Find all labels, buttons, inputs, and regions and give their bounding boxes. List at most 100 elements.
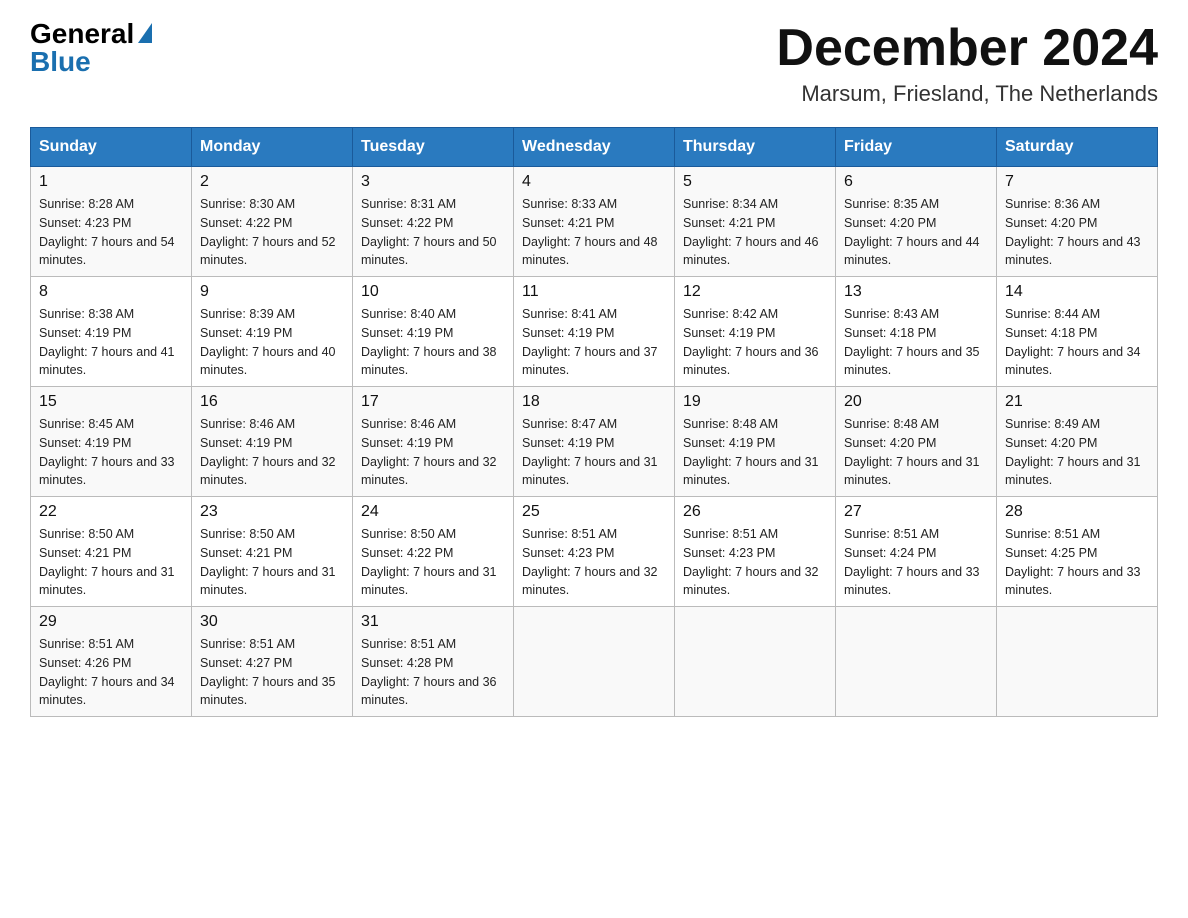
header: General Blue December 2024 Marsum, Fries… <box>30 20 1158 107</box>
logo-triangle-icon <box>138 23 152 43</box>
day-info: Sunrise: 8:51 AMSunset: 4:23 PMDaylight:… <box>522 525 666 600</box>
day-info: Sunrise: 8:34 AMSunset: 4:21 PMDaylight:… <box>683 195 827 270</box>
day-info: Sunrise: 8:49 AMSunset: 4:20 PMDaylight:… <box>1005 415 1149 490</box>
weekday-header-sunday: Sunday <box>31 128 192 167</box>
week-row-1: 1 Sunrise: 8:28 AMSunset: 4:23 PMDaylight… <box>31 167 1158 277</box>
week-row-3: 15 Sunrise: 8:45 AMSunset: 4:19 PMDayligh… <box>31 387 1158 497</box>
logo-general-text: General <box>30 20 152 48</box>
day-info: Sunrise: 8:42 AMSunset: 4:19 PMDaylight:… <box>683 305 827 380</box>
day-info: Sunrise: 8:51 AMSunset: 4:25 PMDaylight:… <box>1005 525 1149 600</box>
day-info: Sunrise: 8:36 AMSunset: 4:20 PMDaylight:… <box>1005 195 1149 270</box>
weekday-header-thursday: Thursday <box>675 128 836 167</box>
calendar-cell: 8 Sunrise: 8:38 AMSunset: 4:19 PMDaylight… <box>31 277 192 387</box>
weekday-header-tuesday: Tuesday <box>353 128 514 167</box>
week-row-2: 8 Sunrise: 8:38 AMSunset: 4:19 PMDaylight… <box>31 277 1158 387</box>
weekday-header-monday: Monday <box>192 128 353 167</box>
calendar-cell: 4Sunrise: 8:33 AMSunset: 4:21 PMDaylight… <box>514 167 675 277</box>
day-number: 3 <box>361 173 505 191</box>
weekday-header-wednesday: Wednesday <box>514 128 675 167</box>
day-info: Sunrise: 8:38 AMSunset: 4:19 PMDaylight:… <box>39 305 183 380</box>
calendar-cell: 14Sunrise: 8:44 AMSunset: 4:18 PMDayligh… <box>997 277 1158 387</box>
calendar-cell: 23 Sunrise: 8:50 AMSunset: 4:21 PMDayligh… <box>192 497 353 607</box>
calendar-cell: 12 Sunrise: 8:42 AMSunset: 4:19 PMDayligh… <box>675 277 836 387</box>
day-number: 18 <box>522 393 666 411</box>
calendar-cell: 30Sunrise: 8:51 AMSunset: 4:27 PMDayligh… <box>192 607 353 717</box>
calendar-cell: 11Sunrise: 8:41 AMSunset: 4:19 PMDayligh… <box>514 277 675 387</box>
week-row-4: 22Sunrise: 8:50 AMSunset: 4:21 PMDayligh… <box>31 497 1158 607</box>
day-number: 2 <box>200 173 344 191</box>
calendar-table: SundayMondayTuesdayWednesdayThursdayFrid… <box>30 127 1158 717</box>
calendar-cell: 20 Sunrise: 8:48 AMSunset: 4:20 PMDayligh… <box>836 387 997 497</box>
calendar-cell: 26 Sunrise: 8:51 AMSunset: 4:23 PMDayligh… <box>675 497 836 607</box>
day-info: Sunrise: 8:28 AMSunset: 4:23 PMDaylight:… <box>39 195 183 270</box>
calendar-cell: 18 Sunrise: 8:47 AMSunset: 4:19 PMDayligh… <box>514 387 675 497</box>
day-info: Sunrise: 8:43 AMSunset: 4:18 PMDaylight:… <box>844 305 988 380</box>
weekday-header-saturday: Saturday <box>997 128 1158 167</box>
title-area: December 2024 Marsum, Friesland, The Net… <box>776 20 1158 107</box>
day-number: 23 <box>200 503 344 521</box>
day-info: Sunrise: 8:46 AMSunset: 4:19 PMDaylight:… <box>361 415 505 490</box>
day-info: Sunrise: 8:51 AMSunset: 4:28 PMDaylight:… <box>361 635 505 710</box>
day-info: Sunrise: 8:40 AMSunset: 4:19 PMDaylight:… <box>361 305 505 380</box>
calendar-cell: 19Sunrise: 8:48 AMSunset: 4:19 PMDayligh… <box>675 387 836 497</box>
day-number: 21 <box>1005 393 1149 411</box>
calendar-cell: 31 Sunrise: 8:51 AMSunset: 4:28 PMDayligh… <box>353 607 514 717</box>
month-title: December 2024 <box>776 20 1158 77</box>
calendar-cell: 5 Sunrise: 8:34 AMSunset: 4:21 PMDaylight… <box>675 167 836 277</box>
day-number: 16 <box>200 393 344 411</box>
day-info: Sunrise: 8:50 AMSunset: 4:21 PMDaylight:… <box>200 525 344 600</box>
weekday-header-friday: Friday <box>836 128 997 167</box>
calendar-cell <box>514 607 675 717</box>
day-number: 13 <box>844 283 988 301</box>
calendar-cell: 9 Sunrise: 8:39 AMSunset: 4:19 PMDaylight… <box>192 277 353 387</box>
day-number: 20 <box>844 393 988 411</box>
day-info: Sunrise: 8:39 AMSunset: 4:19 PMDaylight:… <box>200 305 344 380</box>
calendar-cell: 22Sunrise: 8:50 AMSunset: 4:21 PMDayligh… <box>31 497 192 607</box>
day-number: 7 <box>1005 173 1149 191</box>
calendar-cell <box>836 607 997 717</box>
day-info: Sunrise: 8:51 AMSunset: 4:23 PMDaylight:… <box>683 525 827 600</box>
calendar-cell: 7 Sunrise: 8:36 AMSunset: 4:20 PMDaylight… <box>997 167 1158 277</box>
day-number: 11 <box>522 283 666 301</box>
day-info: Sunrise: 8:50 AMSunset: 4:21 PMDaylight:… <box>39 525 183 600</box>
calendar-cell: 21 Sunrise: 8:49 AMSunset: 4:20 PMDayligh… <box>997 387 1158 497</box>
day-info: Sunrise: 8:30 AMSunset: 4:22 PMDaylight:… <box>200 195 344 270</box>
day-info: Sunrise: 8:35 AMSunset: 4:20 PMDaylight:… <box>844 195 988 270</box>
calendar-cell: 28Sunrise: 8:51 AMSunset: 4:25 PMDayligh… <box>997 497 1158 607</box>
calendar-cell: 15 Sunrise: 8:45 AMSunset: 4:19 PMDayligh… <box>31 387 192 497</box>
day-info: Sunrise: 8:33 AMSunset: 4:21 PMDaylight:… <box>522 195 666 270</box>
day-info: Sunrise: 8:51 AMSunset: 4:27 PMDaylight:… <box>200 635 344 710</box>
day-number: 27 <box>844 503 988 521</box>
calendar-cell: 25 Sunrise: 8:51 AMSunset: 4:23 PMDayligh… <box>514 497 675 607</box>
day-number: 17 <box>361 393 505 411</box>
day-info: Sunrise: 8:48 AMSunset: 4:20 PMDaylight:… <box>844 415 988 490</box>
day-number: 10 <box>361 283 505 301</box>
logo-blue-text: Blue <box>30 48 91 76</box>
calendar-cell: 29Sunrise: 8:51 AMSunset: 4:26 PMDayligh… <box>31 607 192 717</box>
day-number: 26 <box>683 503 827 521</box>
day-info: Sunrise: 8:31 AMSunset: 4:22 PMDaylight:… <box>361 195 505 270</box>
calendar-cell: 10 Sunrise: 8:40 AMSunset: 4:19 PMDayligh… <box>353 277 514 387</box>
calendar-cell: 2 Sunrise: 8:30 AMSunset: 4:22 PMDaylight… <box>192 167 353 277</box>
day-number: 15 <box>39 393 183 411</box>
day-number: 9 <box>200 283 344 301</box>
calendar-cell: 16Sunrise: 8:46 AMSunset: 4:19 PMDayligh… <box>192 387 353 497</box>
calendar-cell <box>997 607 1158 717</box>
calendar-cell: 13 Sunrise: 8:43 AMSunset: 4:18 PMDayligh… <box>836 277 997 387</box>
calendar-cell: 1 Sunrise: 8:28 AMSunset: 4:23 PMDaylight… <box>31 167 192 277</box>
day-info: Sunrise: 8:47 AMSunset: 4:19 PMDaylight:… <box>522 415 666 490</box>
day-info: Sunrise: 8:45 AMSunset: 4:19 PMDaylight:… <box>39 415 183 490</box>
day-number: 5 <box>683 173 827 191</box>
day-number: 8 <box>39 283 183 301</box>
weekday-header-row: SundayMondayTuesdayWednesdayThursdayFrid… <box>31 128 1158 167</box>
day-number: 1 <box>39 173 183 191</box>
day-number: 31 <box>361 613 505 631</box>
day-info: Sunrise: 8:51 AMSunset: 4:24 PMDaylight:… <box>844 525 988 600</box>
day-number: 12 <box>683 283 827 301</box>
day-info: Sunrise: 8:48 AMSunset: 4:19 PMDaylight:… <box>683 415 827 490</box>
day-number: 6 <box>844 173 988 191</box>
day-number: 29 <box>39 613 183 631</box>
calendar-cell: 6 Sunrise: 8:35 AMSunset: 4:20 PMDaylight… <box>836 167 997 277</box>
day-number: 25 <box>522 503 666 521</box>
day-number: 14 <box>1005 283 1149 301</box>
